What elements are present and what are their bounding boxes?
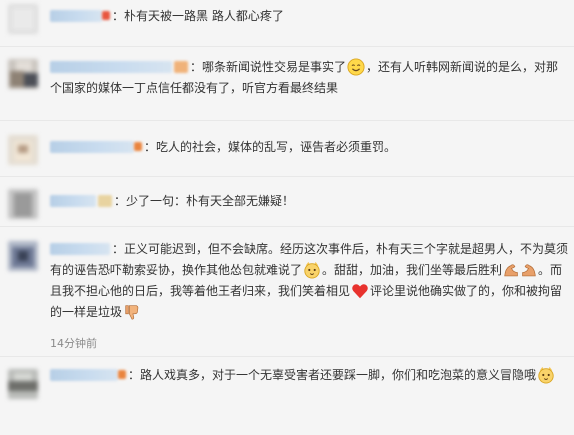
username[interactable] — [50, 242, 110, 255]
cat-face-emoji-icon — [538, 366, 554, 384]
comment-text-cont: 。甜甜，加油，我们坐等最后胜利 — [322, 263, 503, 277]
comment-5: ：正义可能迟到，但不会缺席。经历这次事件后，朴有天三个字就是超男人，不为莫须有的… — [0, 226, 574, 356]
comment-text: ：少了一句：朴有天全部无嫌疑！ — [114, 194, 295, 208]
comment-4: ：少了一句：朴有天全部无嫌疑！ — [0, 176, 574, 226]
comment-text: ：朴有天被一路黑 路人都心疼了 — [112, 9, 284, 23]
avatar[interactable] — [8, 135, 38, 165]
comment-text: ：吃人的社会，媒体的乱写，诬告者必须重罚。 — [144, 140, 397, 154]
comment-2: ：哪条新闻说性交易是事实了 ，还有人听韩网新闻说的是么，对那个国家的媒体一丁点信任… — [0, 46, 574, 120]
comment-body: ：哪条新闻说性交易是事实了 ，还有人听韩网新闻说的是么，对那个国家的媒体一丁点信任… — [50, 57, 568, 99]
heart-emoji-icon — [352, 283, 368, 298]
smile-emoji-icon — [347, 57, 365, 76]
comment-text: ：哪条新闻说性交易是事实了 — [190, 60, 347, 74]
strong-arm-emoji-icon — [504, 263, 536, 276]
cat-face-emoji-icon — [304, 261, 320, 279]
username[interactable] — [50, 194, 96, 207]
comment-body: ：正义可能迟到，但不会缺席。经历这次事件后，朴有天三个字就是超男人，不为莫须有的… — [50, 239, 568, 323]
thumbs-down-emoji-icon — [125, 304, 139, 320]
username[interactable] — [50, 60, 172, 73]
vip-badge-icon — [134, 142, 142, 151]
avatar[interactable] — [8, 369, 38, 399]
username[interactable] — [50, 140, 134, 153]
comment-6: ：路人戏真多，对于一个无辜受害者还要踩一脚，你们和吃泡菜的意义冒隐哦 — [0, 356, 574, 435]
avatar[interactable] — [8, 189, 38, 219]
comment-body: ：吃人的社会，媒体的乱写，诬告者必须重罚。 — [50, 137, 568, 158]
comment-body: ：少了一句：朴有天全部无嫌疑！ — [50, 191, 568, 212]
vip-badge-icon — [102, 11, 110, 20]
comment-1: ：朴有天被一路黑 路人都心疼了 — [0, 0, 574, 46]
comment-3: ：吃人的社会，媒体的乱写，诬告者必须重罚。 — [0, 120, 574, 176]
avatar[interactable] — [8, 241, 38, 271]
username[interactable] — [50, 368, 118, 381]
avatar[interactable] — [8, 4, 38, 34]
comment-body: ：路人戏真多，对于一个无辜受害者还要踩一脚，你们和吃泡菜的意义冒隐哦 — [50, 365, 568, 386]
avatar[interactable] — [8, 59, 38, 89]
comment-text: ：路人戏真多，对于一个无辜受害者还要踩一脚，你们和吃泡菜的意义冒隐哦 — [128, 368, 537, 382]
vip-badge-icon — [174, 60, 188, 73]
comment-timestamp: 14分钟前 — [50, 337, 97, 350]
username[interactable] — [50, 9, 102, 22]
vip-badge-icon — [118, 370, 126, 379]
vip-badge-icon — [98, 194, 112, 207]
comment-body: ：朴有天被一路黑 路人都心疼了 — [50, 6, 568, 27]
